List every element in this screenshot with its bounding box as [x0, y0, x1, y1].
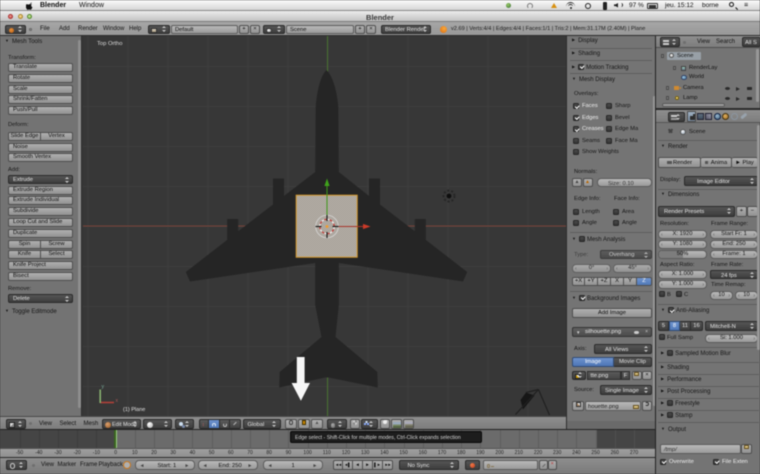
svg-text:x: x — [116, 398, 119, 404]
svg-text:y: y — [102, 384, 105, 390]
